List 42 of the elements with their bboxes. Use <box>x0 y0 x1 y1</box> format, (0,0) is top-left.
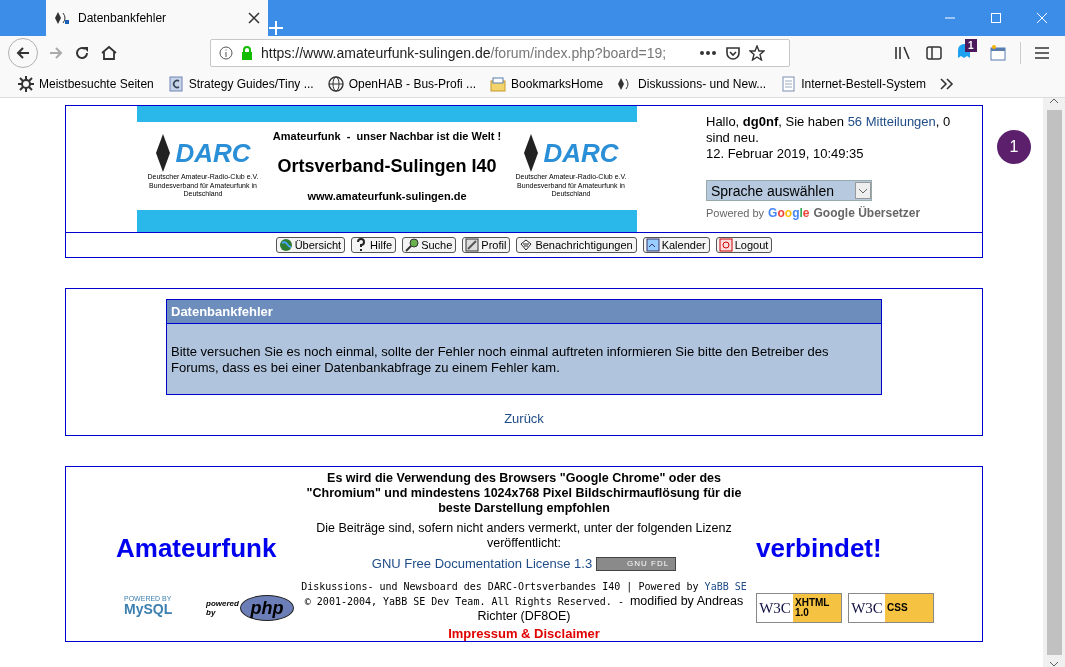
nav-button[interactable]: Benachrichtigungen <box>516 237 637 253</box>
back-link[interactable]: Zurück <box>504 409 544 429</box>
address-bar[interactable]: https://www.amateurfunk-sulingen.de/forum/index.php?board=19; <box>210 39 790 67</box>
bookmark-item[interactable]: Internet-Bestell-System <box>780 74 926 93</box>
google-logo: Google <box>768 205 810 221</box>
bookmark-item[interactable]: Diskussions- und New... <box>617 74 767 93</box>
error-title: Datenbankfehler <box>167 300 881 324</box>
nav-button[interactable]: Profil <box>462 237 511 253</box>
language-select[interactable]: Sprache auswählen <box>706 180 872 201</box>
bookmark-item[interactable]: Strategy Guides/Tiny ... <box>167 74 314 93</box>
slogan-left: Amateurfunk <box>116 532 277 565</box>
logo-text: DARC <box>175 139 251 166</box>
slogan-right: verbindet! <box>756 532 882 565</box>
error-message: Bitte versuchen Sie es noch einmal, sollte der Fehler noch einmal auftreten informieren Sie bitte den Betreiber des Forums, dass es bei einer Datenbankabfrage zu einem Fehler kam. <box>170 343 830 377</box>
nav-button[interactable]: Suche <box>402 237 457 253</box>
nav-button[interactable]: Hilfe <box>351 237 397 253</box>
license-link[interactable]: GNU Free Documentation License 1.3 <box>371 554 593 574</box>
bookmark-item[interactable]: Meistbesuchte Seiten <box>18 74 154 93</box>
browser-tab[interactable]: Datenbankfehler <box>46 0 268 36</box>
date-time: 12. Februar 2019, 10:49:35 <box>706 146 865 162</box>
notification-bubble[interactable]: 1 <box>997 130 1031 164</box>
banner-title: Ortsverband-Sulingen I40 <box>277 154 497 178</box>
bookmark-item[interactable]: BookmarksHome <box>490 74 604 93</box>
license-text: Die Beiträge sind, sofern nicht anders vermerkt, unter der folgenden Lizenz veröffentlicht: <box>315 521 733 551</box>
nav-button[interactable]: Übersicht <box>275 237 346 253</box>
yabb-link[interactable]: YaBB SE <box>704 580 747 592</box>
bookmark-item[interactable]: OpenHAB - Bus-Profi ... <box>327 74 477 93</box>
logo-text: DARC <box>543 139 619 166</box>
powered-by-text: Powered by <box>706 206 765 221</box>
url-text: https://www.amateurfunk-sulingen.de/forum/index.php?board=19; <box>261 43 668 63</box>
banner-motto: Amateurfunk - unser Nachbar ist die Welt ! <box>272 129 502 144</box>
tab-title: Datenbankfehler <box>78 10 168 27</box>
impressum-link[interactable]: Impressum & Disclaimer <box>448 623 600 643</box>
greeting-text: Hallo, dg0nf, Sie haben 56 Mitteilungen, 0 sind neu. <box>706 114 952 146</box>
banner-website: www.amateurfunk-sulingen.de <box>307 188 467 204</box>
extension-badge: 1 <box>965 39 977 52</box>
nav-button[interactable]: Kalender <box>642 237 710 253</box>
messages-link[interactable]: 56 Mitteilungen <box>847 114 936 129</box>
nav-button[interactable]: Logout <box>715 237 773 253</box>
w3c-badge[interactable]: W3C CSS <box>848 593 934 623</box>
browser-hint: Es wird die Verwendung des Browsers "Google Chrome" oder des "Chromium" und mindestens 1024x768 Pixel Bildschirmauflösung für die beste Darstellung empfohlen <box>305 471 743 516</box>
translator-link[interactable]: Google Übersetzer <box>813 205 921 221</box>
